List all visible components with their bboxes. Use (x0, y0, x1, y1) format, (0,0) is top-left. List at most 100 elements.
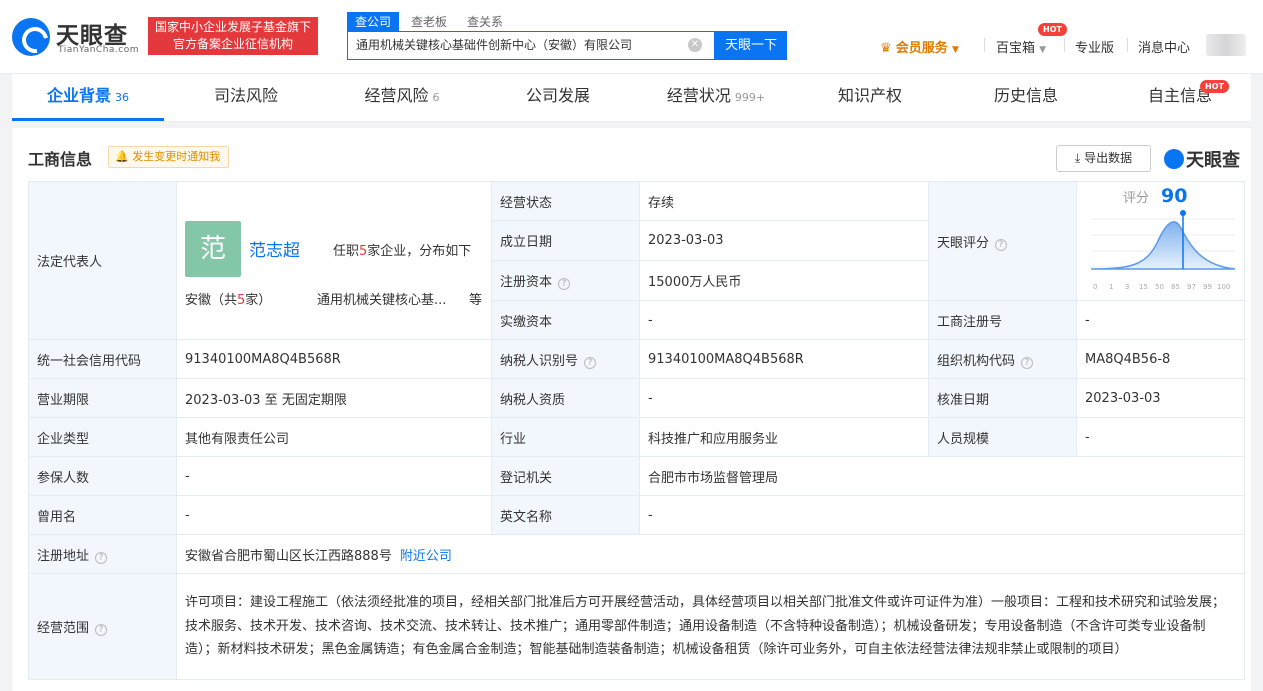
logo-eye-icon (1164, 149, 1184, 169)
address-value: 安徽省合肥市蜀山区长江西路888号 (185, 548, 392, 564)
authority-value: 合肥市市场监督管理局 (639, 456, 1245, 496)
vip-menu[interactable]: ♛ 会员服务 ▼ (880, 37, 959, 56)
tab-company-development[interactable]: 公司发展 (482, 74, 634, 121)
clear-icon[interactable]: ✕ (688, 38, 702, 52)
export-label: 导出数据 (1084, 151, 1133, 165)
help-icon[interactable]: ? (1021, 356, 1034, 369)
former-name-value: - (176, 495, 492, 535)
taxid-label-cell: 纳税人识别号? (491, 339, 640, 379)
badge-line-2: 官方备案企业征信机构 (172, 37, 293, 51)
score-title: 评分 (1123, 190, 1150, 206)
industry-value: 科技推广和应用服务业 (639, 417, 929, 457)
legal-rep-avatar[interactable]: 范 (185, 220, 241, 277)
panel-title: 工商信息 (28, 150, 93, 169)
legal-rep-region: 安徽（共5家） (185, 289, 271, 308)
axis-tick: 100 (1217, 282, 1231, 291)
english-name-label: 英文名称 (491, 495, 640, 535)
notify-button[interactable]: 🔔 发生变更时通知我 (108, 146, 230, 168)
taxid-value: 91340100MA8Q4B568R (639, 339, 929, 379)
search-tabs: 查公司 查老板 查关系 (347, 12, 515, 32)
org-code-label: 组织机构代码 (937, 353, 1016, 369)
tax-qual-value: - (639, 378, 929, 418)
tab-label: 知识产权 (837, 86, 902, 105)
address-cell: 安徽省合肥市蜀山区长江西路888号 附近公司 (176, 534, 1245, 574)
staff-value: - (1076, 417, 1245, 457)
tab-label: 企业背景 (46, 86, 111, 105)
axis-tick: 85 (1171, 282, 1180, 291)
divider (1127, 38, 1128, 52)
axis-tick: 1 (1109, 282, 1114, 291)
axis-tick: 3 (1125, 282, 1130, 291)
english-name-value: - (639, 495, 1245, 535)
scope-value: 许可项目：建设工程施工（依法须经批准的项目，经相关部门批准后方可开展经营活动，具… (176, 573, 1245, 680)
bell-icon: 🔔 (115, 150, 129, 163)
baobao-menu[interactable]: 百宝箱 ▼ (996, 37, 1046, 56)
help-icon[interactable]: ? (95, 624, 108, 636)
legal-rep-cell: 范 范志超 任职5家企业，分布如下 安徽（共5家） 通用机械关键核心基... 等 (176, 181, 492, 340)
score-label-cell: 天眼评分? (928, 181, 1077, 301)
reg-no-value: - (1076, 300, 1245, 340)
tab-label: 经营风险 (364, 86, 429, 105)
credit-code-label: 统一社会信用代码 (28, 339, 177, 379)
tab-enterprise-background[interactable]: 企业背景 36 (12, 74, 164, 121)
search-input[interactable]: 通用机械关键核心基础件创新中心（安徽）有限公司 (347, 31, 715, 60)
tianyancha-watermark-logo: 天眼查 (1164, 146, 1240, 172)
score-label: 天眼评分 (937, 235, 990, 251)
tab-history[interactable]: 历史信息 (950, 74, 1102, 121)
tianyancha-logo[interactable]: 天眼查 TianYanCha.com (12, 16, 140, 58)
help-icon[interactable]: ? (995, 238, 1008, 251)
divider (984, 38, 985, 52)
avatar[interactable] (1206, 34, 1246, 56)
axis-tick: 15 (1139, 282, 1148, 291)
scope-label-cell: 经营范围? (28, 573, 177, 680)
divider (1064, 38, 1065, 52)
legal-rep-tenure: 任职5家企业，分布如下 (333, 240, 471, 259)
help-icon[interactable]: ? (95, 551, 108, 564)
vip-label: 会员服务 (895, 41, 948, 56)
approve-date-label: 核准日期 (928, 378, 1077, 418)
type-label: 企业类型 (28, 417, 177, 457)
tab-operation-status[interactable]: 经营状况 999+ (640, 74, 792, 121)
insured-label: 参保人数 (28, 456, 177, 496)
tenure-suffix: 家企业，分布如下 (367, 243, 472, 259)
score-cell[interactable]: 评分 90 0 1 3 15 50 85 97 99 100 (1076, 181, 1245, 301)
search-tab-company[interactable]: 查公司 (347, 12, 400, 32)
paid-label: 实缴资本 (491, 300, 640, 340)
status-value: 存续 (639, 181, 929, 221)
former-name-label: 曾用名 (28, 495, 177, 535)
notify-label: 发生变更时通知我 (132, 150, 221, 163)
tab-intellectual-property[interactable]: 知识产权 (794, 74, 946, 121)
tab-operation-risk[interactable]: 经营风险 6 (326, 74, 478, 121)
hot-badge: HOT (1200, 80, 1229, 93)
industry-label: 行业 (491, 417, 640, 457)
search-tab-relation[interactable]: 查关系 (459, 12, 511, 32)
term-label: 营业期限 (28, 378, 177, 418)
tab-count: 999+ (734, 91, 766, 104)
taxid-label: 纳税人识别号 (500, 353, 579, 369)
legal-rep-name[interactable]: 范志超 (249, 236, 300, 261)
axis-tick: 99 (1203, 282, 1212, 291)
scope-label: 经营范围 (37, 621, 90, 636)
export-button[interactable]: ⤓ 导出数据 (1056, 145, 1151, 172)
tab-self-info[interactable]: 自主信息 (1104, 74, 1256, 121)
found-value: 2023-03-03 (639, 220, 929, 261)
axis-tick: 97 (1187, 282, 1196, 291)
logo-subtext: TianYanCha.com (58, 45, 140, 55)
download-icon: ⤓ (1074, 151, 1081, 165)
search-button[interactable]: 天眼一下 (715, 31, 787, 60)
found-label: 成立日期 (491, 220, 640, 261)
legal-rep-company[interactable]: 通用机械关键核心基... (317, 289, 446, 308)
org-code-label-cell: 组织机构代码? (928, 339, 1077, 379)
insured-value: - (176, 456, 492, 496)
messages-link[interactable]: 消息中心 (1138, 37, 1190, 56)
tab-label: 公司发展 (525, 86, 590, 105)
help-icon[interactable]: ? (558, 278, 571, 290)
pro-link[interactable]: 专业版 (1075, 37, 1114, 56)
authority-label: 登记机关 (491, 456, 640, 496)
logo-eye-icon (12, 18, 50, 56)
tab-judicial-risk[interactable]: 司法风险 (170, 74, 322, 121)
help-icon[interactable]: ? (584, 356, 597, 369)
score-value: 90 (1161, 184, 1188, 207)
nearby-companies-link[interactable]: 附近公司 (400, 549, 452, 564)
search-tab-boss[interactable]: 查老板 (403, 12, 455, 32)
